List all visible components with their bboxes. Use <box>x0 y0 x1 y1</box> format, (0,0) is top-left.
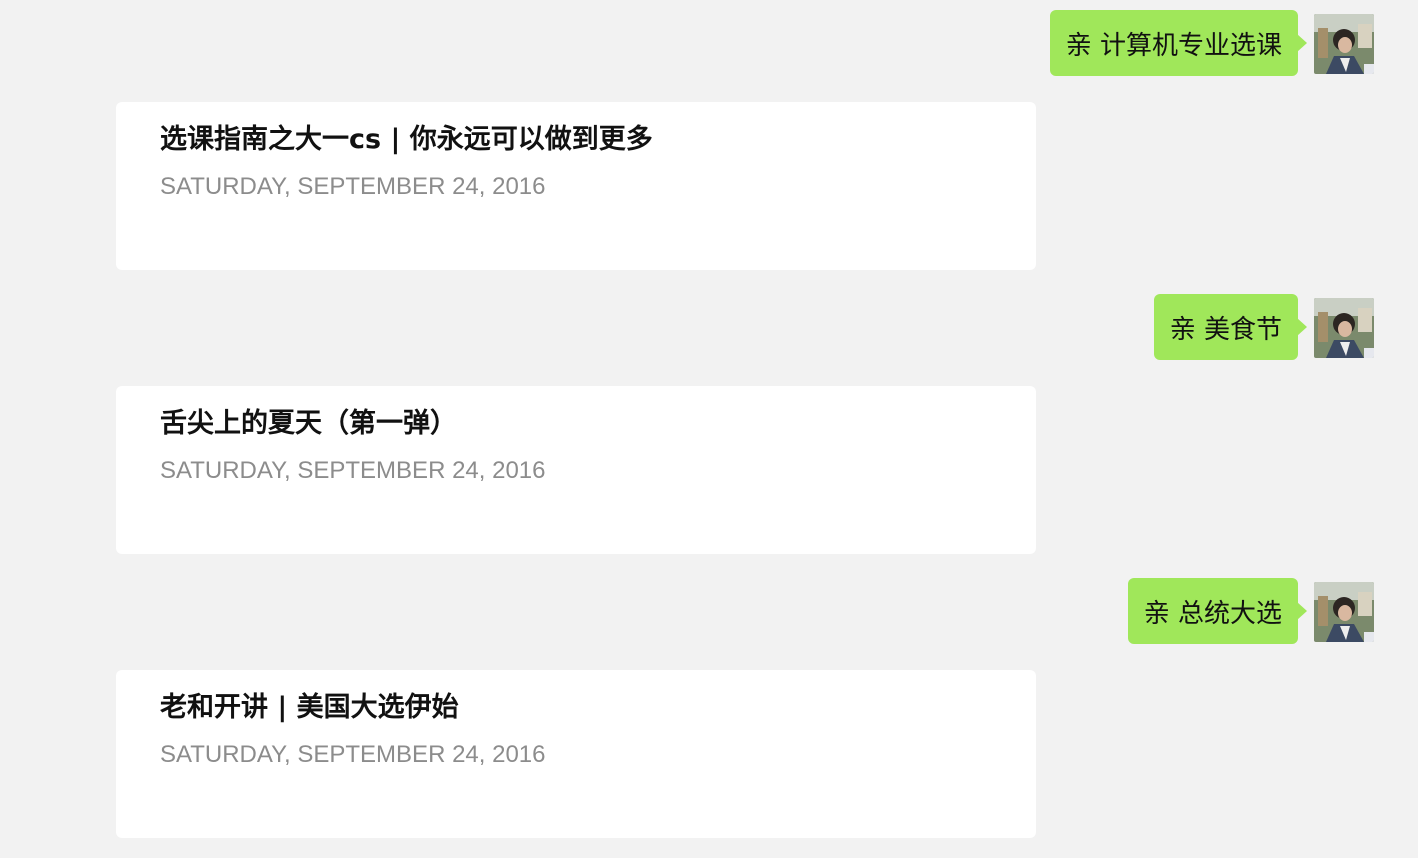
article-date: SATURDAY, SEPTEMBER 24, 2016 <box>160 173 546 200</box>
article-card[interactable]: 选课指南之大一cs | 你永远可以做到更多 SATURDAY, SEPTEMBE… <box>116 102 1036 270</box>
article-title: 舌尖上的夏天（第一弹） <box>160 408 457 439</box>
article-date: SATURDAY, SEPTEMBER 24, 2016 <box>160 457 546 484</box>
outgoing-message-bubble[interactable]: 亲 计算机专业选课 <box>1049 10 1308 76</box>
user-avatar-icon[interactable] <box>1314 582 1374 642</box>
article-date: SATURDAY, SEPTEMBER 24, 2016 <box>160 741 546 768</box>
outgoing-message-row: 亲 美食节 <box>0 294 1418 360</box>
user-avatar-icon[interactable] <box>1314 298 1374 358</box>
article-card[interactable]: 舌尖上的夏天（第一弹） SATURDAY, SEPTEMBER 24, 2016 <box>116 386 1036 554</box>
outgoing-message-bubble[interactable]: 亲 总统大选 <box>1127 578 1308 644</box>
outgoing-message-row: 亲 计算机专业选课 <box>0 10 1418 76</box>
outgoing-message-bubble[interactable]: 亲 美食节 <box>1153 294 1308 360</box>
article-title: 老和开讲 | 美国大选伊始 <box>160 692 459 723</box>
article-card[interactable]: 老和开讲 | 美国大选伊始 SATURDAY, SEPTEMBER 24, 20… <box>116 670 1036 838</box>
article-title: 选课指南之大一cs | 你永远可以做到更多 <box>160 124 653 155</box>
user-avatar-icon[interactable] <box>1314 14 1374 74</box>
outgoing-message-row: 亲 总统大选 <box>0 578 1418 644</box>
